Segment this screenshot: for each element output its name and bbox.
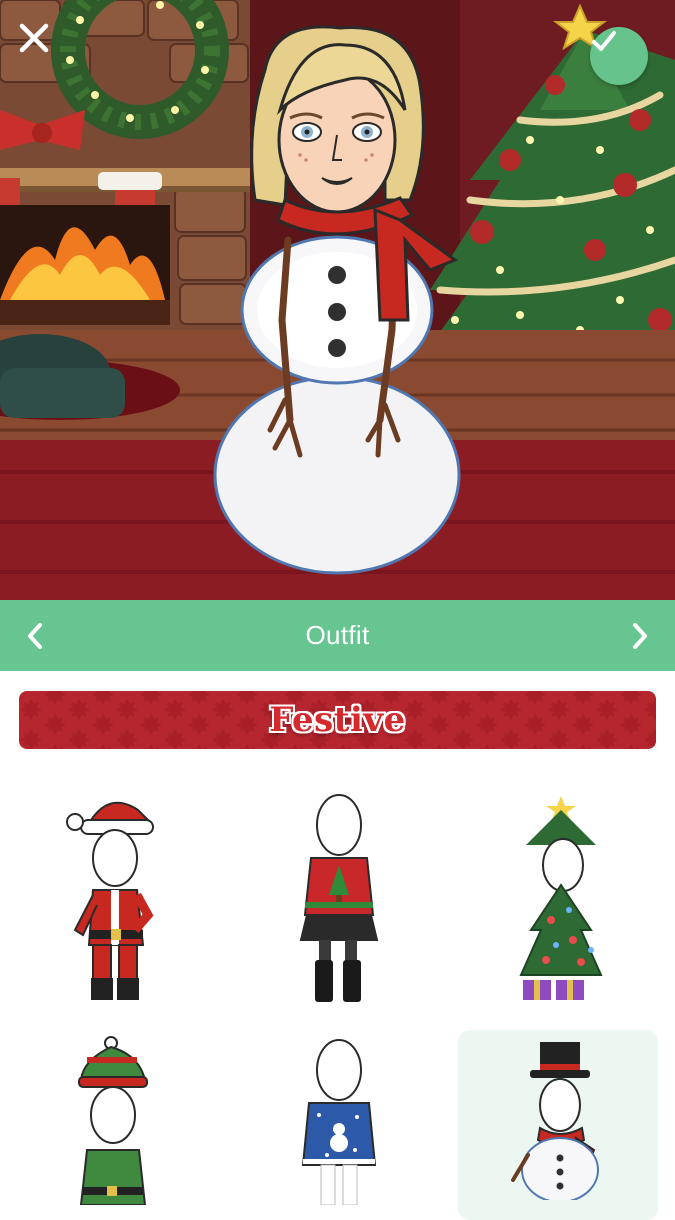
outfit-christmas-tree-costume[interactable] — [461, 790, 661, 1010]
confirm-button[interactable] — [590, 27, 648, 85]
next-category-button[interactable] — [605, 600, 675, 671]
festive-living-room-background — [0, 0, 675, 600]
section-title: Festive — [269, 700, 406, 740]
outfit-snowman-sweater[interactable] — [237, 1035, 437, 1205]
close-icon — [19, 23, 49, 53]
section-banner: Festive — [19, 691, 656, 749]
christmas-sweater-outfit-icon — [299, 794, 379, 1002]
outfit-santa-suit[interactable] — [13, 790, 213, 1010]
christmas-tree-costume-icon — [519, 796, 603, 1000]
category-title: Outfit — [305, 620, 370, 650]
outfit-grid — [0, 770, 675, 1220]
santa-suit-icon — [66, 801, 154, 1000]
elf-costume-icon — [78, 1036, 148, 1205]
chevron-right-icon — [633, 622, 647, 649]
chevron-left-icon — [28, 622, 42, 649]
close-button[interactable] — [18, 22, 64, 68]
outfit-snowman-costume[interactable] — [458, 1030, 658, 1220]
snowman-sweater-icon — [301, 1039, 377, 1205]
checkmark-icon — [592, 31, 616, 51]
outfit-ugly-christmas-sweater-skirt[interactable] — [237, 790, 437, 1010]
previous-category-button[interactable] — [0, 600, 70, 671]
snowman-costume-icon — [511, 1042, 599, 1200]
avatar-preview — [0, 0, 675, 600]
category-bar: Outfit — [0, 600, 675, 671]
outfit-elf-costume[interactable] — [13, 1035, 213, 1205]
